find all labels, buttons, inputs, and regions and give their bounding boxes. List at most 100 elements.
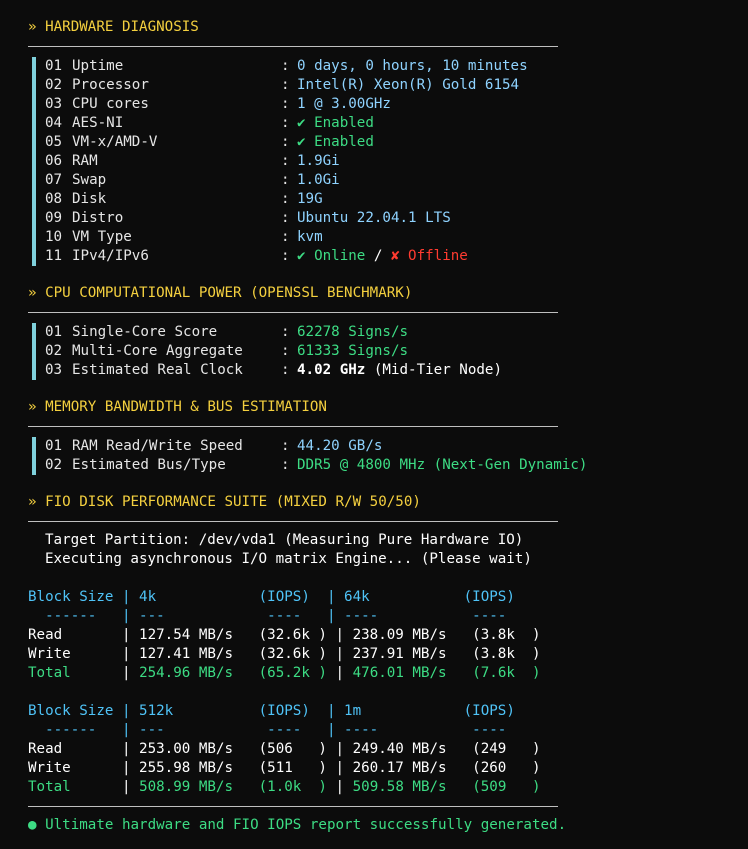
row-key: Swap bbox=[72, 172, 107, 188]
row-value: 44.20 GB/s bbox=[297, 438, 383, 454]
row-colon: : bbox=[281, 96, 290, 112]
row-index: 04 bbox=[45, 115, 63, 131]
row-colon: : bbox=[281, 191, 290, 207]
divider bbox=[28, 312, 558, 313]
row-value: 0 days, 0 hours, 10 minutes bbox=[297, 58, 528, 74]
fio-row-read: Read | 127.54 MB/s (32.6k ) | 238.09 MB/… bbox=[28, 627, 541, 643]
fio-table-dashes: ------ | --- ---- | ---- ---- bbox=[28, 608, 507, 624]
list-item: 01 Uptime:0 days, 0 hours, 10 minutes bbox=[45, 57, 645, 76]
ipv4-online: ✔ Online bbox=[297, 248, 366, 264]
list-item: 02 Estimated Bus/Type: DDR5 @ 4800 MHz (Ne… bbox=[45, 456, 665, 475]
row-colon: : bbox=[281, 134, 290, 150]
row-index: 03 bbox=[45, 362, 63, 378]
total-value: 254.96 MB/s (65.2k ) bbox=[139, 665, 327, 681]
divider bbox=[28, 521, 558, 522]
divider bbox=[28, 426, 558, 427]
section-memory-title: » MEMORY BANDWIDTH & BUS ESTIMATION bbox=[28, 399, 327, 415]
list-item: 10 VM Type: kvm bbox=[45, 228, 645, 247]
row-index: 11 bbox=[45, 248, 63, 264]
row-value: 1 @ 3.00GHz bbox=[297, 96, 391, 112]
list-item: 05 VM-x/AMD-V: ✔ Enabled bbox=[45, 133, 645, 152]
row-index: 06 bbox=[45, 153, 63, 169]
row-key: Estimated Bus/Type bbox=[72, 457, 226, 473]
terminal-window: » HARDWARE DIAGNOSIS 01 Uptime:0 days, 0 … bbox=[0, 0, 748, 849]
row-value: DDR5 @ 4800 MHz (Next-Gen Dynamic) bbox=[297, 457, 588, 473]
row-key: Distro bbox=[72, 210, 124, 226]
row-key: AES-NI bbox=[72, 115, 124, 131]
row-colon: : bbox=[281, 58, 290, 74]
row-index: 02 bbox=[45, 343, 63, 359]
row-key: RAM Read/Write Speed bbox=[72, 438, 243, 454]
list-item: 03 CPU cores:1 @ 3.00GHz bbox=[45, 95, 645, 114]
success-footer: ● Ultimate hardware and FIO IOPS report … bbox=[28, 817, 567, 833]
row-key: Estimated Real Clock bbox=[72, 362, 243, 378]
total-value: 476.01 MB/s (7.6k ) bbox=[352, 665, 541, 681]
ip-status: ✔ Online / ✘ Offline bbox=[297, 247, 468, 266]
list-item: 04 AES-NI: ✔ Enabled bbox=[45, 114, 645, 133]
row-index: 09 bbox=[45, 210, 63, 226]
list-item: 08 Disk:19G bbox=[45, 190, 645, 209]
row-key: VM Type bbox=[72, 229, 132, 245]
row-index: 01 bbox=[45, 324, 63, 340]
row-colon: : bbox=[281, 248, 290, 264]
row-key: Multi-Core Aggregate bbox=[72, 343, 243, 359]
row-key: RAM bbox=[72, 153, 98, 169]
list-item: 07 Swap:1.0Gi bbox=[45, 171, 645, 190]
row-colon: : bbox=[281, 210, 290, 226]
total-separator: | bbox=[70, 665, 140, 681]
row-key: Uptime bbox=[72, 58, 124, 74]
total-separator: | bbox=[326, 779, 353, 795]
fio-table-header: Block Size | 512k (IOPS) | 1m (IOPS) bbox=[28, 703, 515, 719]
list-accent-bar bbox=[32, 437, 36, 475]
list-accent-bar bbox=[32, 323, 36, 380]
row-value: 1.0Gi bbox=[297, 172, 340, 188]
row-value: ✔ Enabled bbox=[297, 134, 374, 150]
fio-row-total: Total | 254.96 MB/s (65.2k ) | 476.01 MB… bbox=[28, 664, 541, 683]
row-key: Disk bbox=[72, 191, 107, 207]
fio-row-total: Total | 508.99 MB/s (1.0k ) | 509.58 MB/… bbox=[28, 778, 541, 797]
row-value: Intel(R) Xeon(R) Gold 6154 bbox=[297, 77, 520, 93]
fio-table-header: Block Size | 4k (IOPS) | 64k (IOPS) bbox=[28, 589, 515, 605]
total-value: 508.99 MB/s (1.0k ) bbox=[139, 779, 327, 795]
list-item: 01 RAM Read/Write Speed:44.20 GB/s bbox=[45, 437, 665, 456]
row-colon: : bbox=[281, 115, 290, 131]
row-colon: : bbox=[281, 77, 290, 93]
row-colon: : bbox=[281, 324, 290, 340]
divider bbox=[28, 806, 558, 807]
list-accent-bar bbox=[32, 57, 36, 266]
total-value: 509.58 MB/s (509 ) bbox=[352, 779, 541, 795]
row-value: 1.9Gi bbox=[297, 153, 340, 169]
row-value: ✔ Enabled bbox=[297, 115, 374, 131]
row-value: 61333 Signs/s bbox=[297, 343, 409, 359]
row-key: Single-Core Score bbox=[72, 324, 218, 340]
list-item: 01 Single-Core Score:62278 Signs/s bbox=[45, 323, 645, 342]
fio-row-write: Write | 127.41 MB/s (32.6k ) | 237.91 MB… bbox=[28, 646, 541, 662]
section-hardware-title: » HARDWARE DIAGNOSIS bbox=[28, 19, 199, 35]
clock-tier: (Mid-Tier Node) bbox=[365, 362, 503, 378]
row-colon: : bbox=[281, 172, 290, 188]
row-key: CPU cores bbox=[72, 96, 149, 112]
row-index: 01 bbox=[45, 438, 63, 454]
row-colon: : bbox=[281, 362, 290, 378]
row-value: 4.02 GHz (Mid-Tier Node) bbox=[297, 361, 502, 380]
divider bbox=[28, 46, 558, 47]
row-index: 01 bbox=[45, 58, 63, 74]
row-value: kvm bbox=[297, 229, 323, 245]
total-separator: | bbox=[326, 665, 353, 681]
row-index: 03 bbox=[45, 96, 63, 112]
row-index: 08 bbox=[45, 191, 63, 207]
total-label: Total bbox=[28, 779, 71, 795]
total-separator: | bbox=[70, 779, 140, 795]
clock-value: 4.02 GHz bbox=[297, 362, 366, 378]
fio-table-dashes: ------ | --- ---- | ---- ---- bbox=[28, 722, 507, 738]
row-index: 02 bbox=[45, 77, 63, 93]
row-key: VM-x/AMD-V bbox=[72, 134, 158, 150]
list-item: 02 Processor: Intel(R) Xeon(R) Gold 6154 bbox=[45, 76, 645, 95]
row-index: 07 bbox=[45, 172, 63, 188]
row-key: IPv4/IPv6 bbox=[72, 248, 149, 264]
list-item: 09 Distro: Ubuntu 22.04.1 LTS bbox=[45, 209, 645, 228]
section-fio-title: » FIO DISK PERFORMANCE SUITE (MIXED R/W … bbox=[28, 494, 421, 510]
section-cpu-title: » CPU COMPUTATIONAL POWER (OPENSSL BENCH… bbox=[28, 285, 413, 301]
row-key: Processor bbox=[72, 77, 149, 93]
row-index: 10 bbox=[45, 229, 63, 245]
